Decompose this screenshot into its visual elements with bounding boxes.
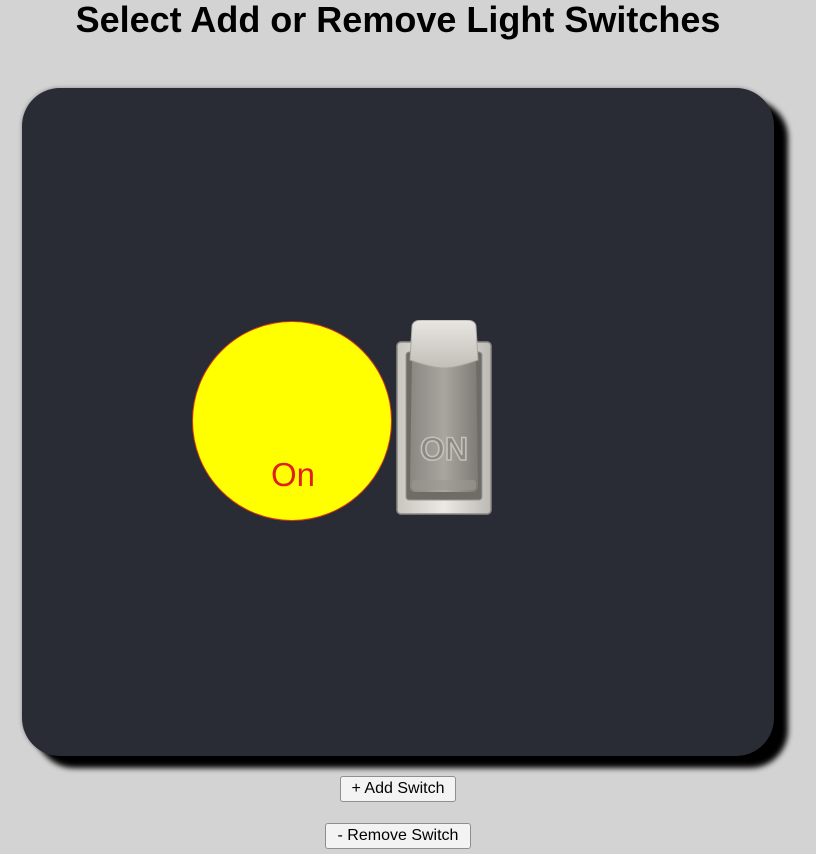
page-title: Select Add or Remove Light Switches <box>75 0 721 40</box>
switch-panel: On ON <box>22 88 774 756</box>
switch-on-text: ON <box>420 431 468 467</box>
light-bulb: On <box>192 321 392 521</box>
light-state-label: On <box>270 456 316 493</box>
add-switch-button[interactable]: + Add Switch <box>340 776 456 802</box>
light-switch[interactable]: ON <box>396 320 492 516</box>
toggle-switch-icon: ON <box>396 320 492 515</box>
remove-switch-button[interactable]: - Remove Switch <box>325 823 471 849</box>
